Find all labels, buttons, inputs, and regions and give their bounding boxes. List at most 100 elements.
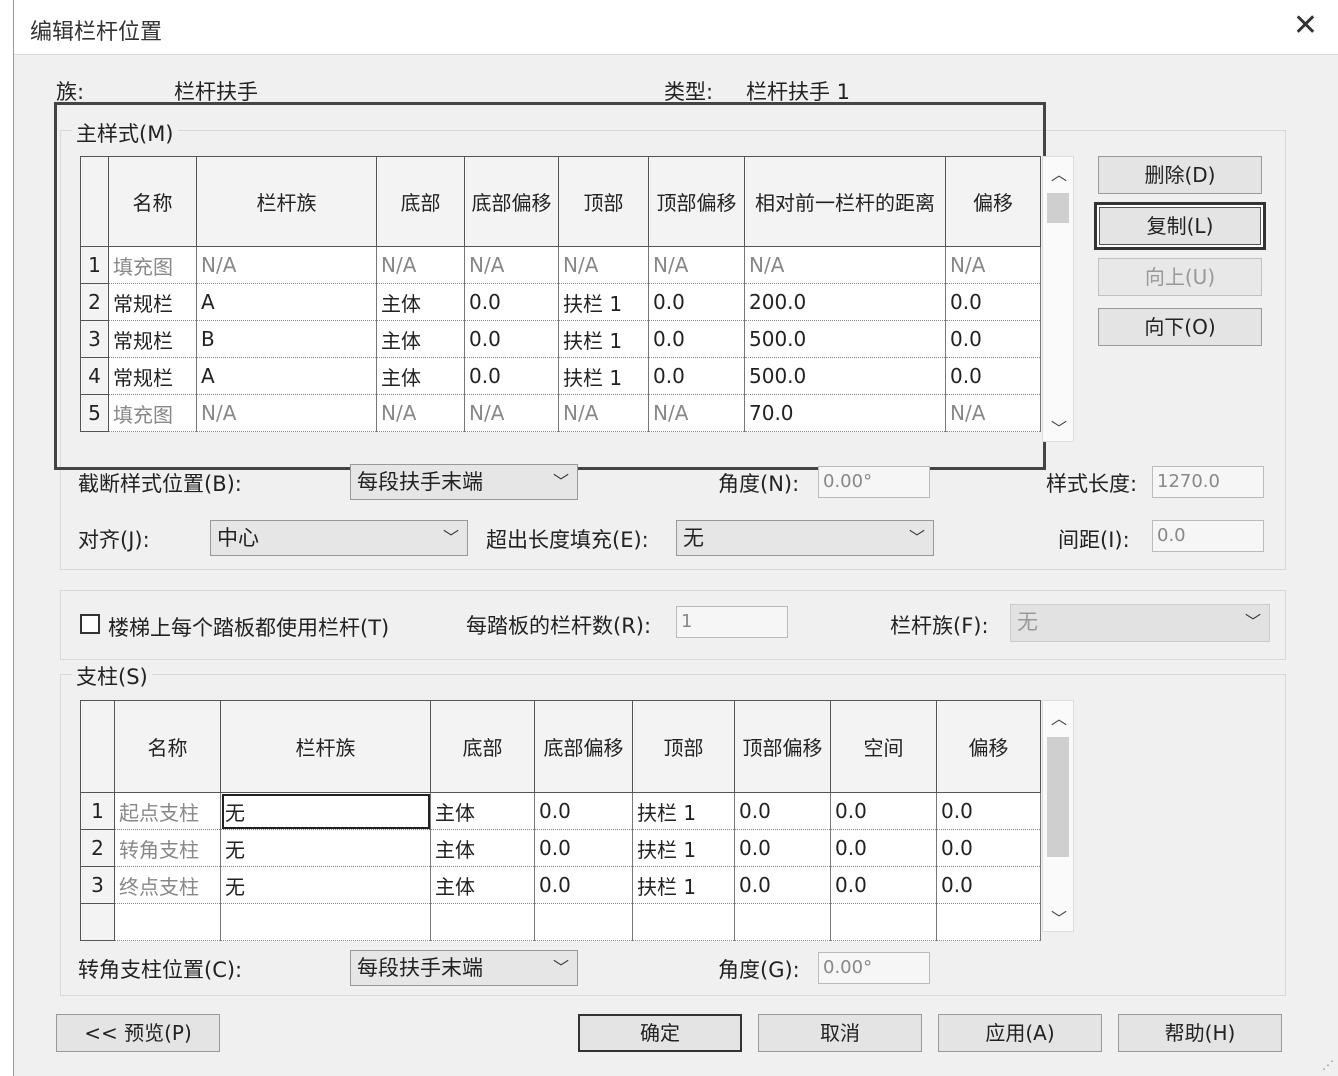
main-pattern-scrollbar[interactable]: ︿ ﹀ [1042,156,1074,442]
col-header-baluster-family[interactable]: 栏杆族 [196,156,377,247]
col-header-base[interactable]: 底部 [376,156,465,247]
table-row[interactable]: 1 填充图 N/A N/A N/A N/A N/A N/A N/A [80,246,1041,284]
cell-name[interactable]: 常规栏 [108,357,197,395]
cell-offset[interactable]: N/A [945,394,1041,432]
cell-offset[interactable]: 0.0 [936,792,1041,830]
pattern-length-field[interactable]: 1270.0 [1152,466,1264,498]
col-header-top-offset[interactable]: 顶部偏移 [648,156,745,247]
cell-empty[interactable] [936,903,1041,941]
cell-base[interactable]: 主体 [376,357,465,395]
cell-top-offset[interactable]: 0.0 [648,357,745,395]
col-header-space[interactable]: 空间 [830,700,937,793]
posts-scrollbar[interactable]: ︿ ﹀ [1042,700,1074,932]
row-number[interactable]: 3 [80,866,115,904]
per-tread-checkbox[interactable] [80,614,100,634]
cell-top-offset[interactable]: N/A [648,246,745,284]
cell-top[interactable]: 扶栏 1 [632,792,735,830]
table-row[interactable]: 4 常规栏 A 主体 0.0 扶栏 1 0.0 500.0 0.0 [80,357,1041,395]
cell-top-offset[interactable]: 0.0 [734,866,831,904]
cell-family[interactable]: A [196,283,377,321]
col-header-top-offset[interactable]: 顶部偏移 [734,700,831,793]
cell-base[interactable]: 主体 [430,866,535,904]
angle-n-field[interactable]: 0.00° [818,466,930,498]
table-row[interactable]: 3 常规栏 B 主体 0.0 扶栏 1 0.0 500.0 0.0 [80,320,1041,358]
justify-select[interactable]: 中心 ﹀ [210,520,468,556]
cell-base-offset[interactable]: 0.0 [534,829,633,867]
cell-family[interactable]: N/A [196,394,377,432]
col-header-offset[interactable]: 偏移 [936,700,1041,793]
baluster-family-select[interactable]: 无 ﹀ [1010,604,1270,642]
cell-base[interactable]: N/A [376,246,465,284]
cell-top[interactable]: N/A [558,246,649,284]
help-button[interactable]: 帮助(H) [1118,1014,1282,1052]
cell-base[interactable]: 主体 [430,829,535,867]
cell-empty[interactable] [734,903,831,941]
col-header-offset[interactable]: 偏移 [945,156,1041,247]
cell-top-offset[interactable]: 0.0 [648,320,745,358]
scrollbar-thumb[interactable] [1047,193,1069,223]
cell-family[interactable]: A [196,357,377,395]
resize-grip-icon[interactable]: ⋰ [1322,1058,1334,1072]
cell-empty[interactable] [534,903,633,941]
cell-distance[interactable]: 500.0 [744,320,946,358]
cell-empty[interactable] [830,903,937,941]
cell-base-offset[interactable]: 0.0 [534,792,633,830]
table-row[interactable]: 2 常规栏 A 主体 0.0 扶栏 1 0.0 200.0 0.0 [80,283,1041,321]
scroll-up-icon[interactable]: ︿ [1051,705,1067,729]
cell-name[interactable]: 填充图 [108,246,197,284]
scrollbar-thumb[interactable] [1047,737,1069,857]
col-header-top[interactable]: 顶部 [632,700,735,793]
cell-empty[interactable] [430,903,535,941]
cell-base[interactable]: 主体 [376,283,465,321]
cell-offset[interactable]: 0.0 [936,829,1041,867]
table-row[interactable]: 5 填充图 N/A N/A N/A N/A N/A 70.0 N/A [80,394,1041,432]
cell-top-offset[interactable]: 0.0 [734,792,831,830]
cell-family[interactable]: 无 [220,792,431,830]
col-header-base[interactable]: 底部 [430,700,535,793]
cell-top[interactable]: N/A [558,394,649,432]
cell-top[interactable]: 扶栏 1 [632,866,735,904]
excess-fill-select[interactable]: 无 ﹀ [676,520,934,556]
cell-offset[interactable]: 0.0 [936,866,1041,904]
balusters-per-tread-field[interactable]: 1 [676,606,788,638]
delete-button[interactable]: 删除(D) [1098,156,1262,194]
cell-space[interactable]: 0.0 [830,792,937,830]
cell-distance[interactable]: 70.0 [744,394,946,432]
row-number[interactable]: 3 [80,320,109,358]
cell-base-offset[interactable]: 0.0 [464,320,559,358]
ok-button[interactable]: 确定 [578,1014,742,1052]
scroll-down-icon[interactable]: ﹀ [1051,905,1067,929]
cell-base-offset[interactable]: 0.0 [534,866,633,904]
col-header-baluster-family[interactable]: 栏杆族 [220,700,431,793]
move-down-button[interactable]: 向下(O) [1098,308,1262,346]
cell-empty[interactable] [632,903,735,941]
cell-name[interactable]: 起点支柱 [114,792,221,830]
table-row[interactable]: 3 终点支柱 无 主体 0.0 扶栏 1 0.0 0.0 0.0 [80,866,1041,904]
cell-empty[interactable] [220,903,431,941]
cell-family[interactable]: 无 [220,829,431,867]
col-header-name[interactable]: 名称 [114,700,221,793]
table-row[interactable]: 2 转角支柱 无 主体 0.0 扶栏 1 0.0 0.0 0.0 [80,829,1041,867]
col-header-base-offset[interactable]: 底部偏移 [464,156,559,247]
move-up-button[interactable]: 向上(U) [1098,258,1262,296]
col-header-name[interactable]: 名称 [108,156,197,247]
break-pattern-select[interactable]: 每段扶手末端 ﹀ [350,464,578,500]
cell-base-offset[interactable]: 0.0 [464,357,559,395]
cell-distance[interactable]: 200.0 [744,283,946,321]
cell-empty[interactable] [114,903,221,941]
corner-posts-select[interactable]: 每段扶手末端 ﹀ [350,950,578,986]
cell-distance[interactable]: N/A [744,246,946,284]
cell-top[interactable]: 扶栏 1 [558,283,649,321]
row-number[interactable]: 5 [80,394,109,432]
cell-family[interactable]: B [196,320,377,358]
cell-top[interactable]: 扶栏 1 [558,357,649,395]
spacing-field[interactable]: 0.0 [1152,520,1264,552]
cell-name[interactable]: 常规栏 [108,283,197,321]
cell-top[interactable]: 扶栏 1 [558,320,649,358]
cell-offset[interactable]: N/A [945,246,1041,284]
scroll-up-icon[interactable]: ︿ [1051,161,1067,185]
cell-name[interactable]: 常规栏 [108,320,197,358]
col-header-top[interactable]: 顶部 [558,156,649,247]
row-number[interactable]: 1 [80,246,109,284]
cell-base[interactable]: N/A [376,394,465,432]
